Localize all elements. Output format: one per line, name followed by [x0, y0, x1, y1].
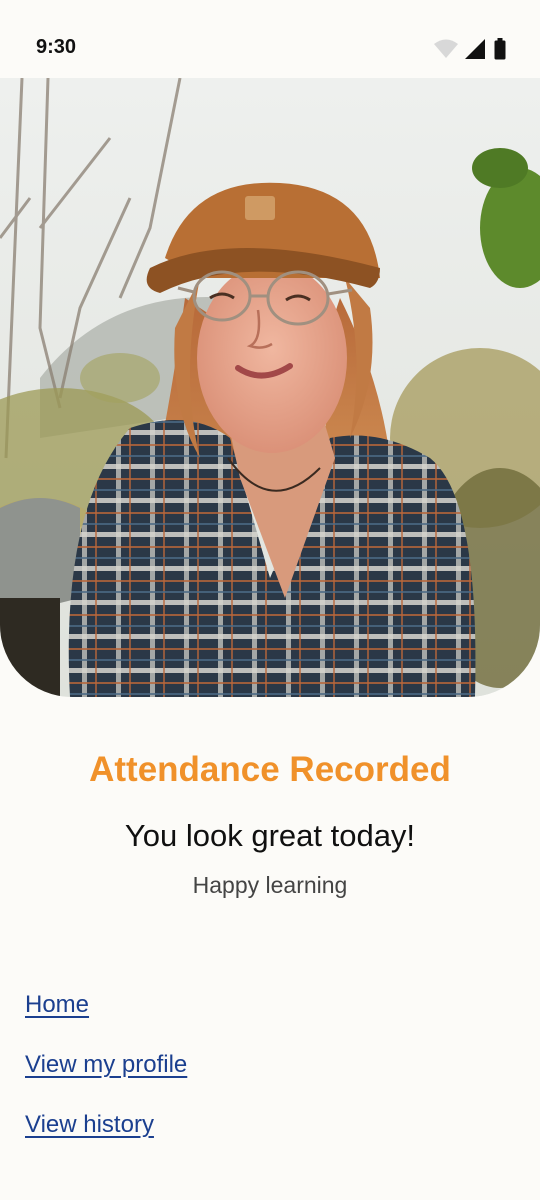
wifi-icon — [434, 39, 458, 58]
battery-icon — [494, 38, 506, 60]
attendance-title: Attendance Recorded — [89, 750, 451, 789]
cellular-signal-icon — [465, 39, 485, 59]
status-bar: 9:30 — [0, 0, 540, 78]
status-time: 9:30 — [36, 36, 77, 58]
home-link[interactable]: Home — [25, 991, 89, 1019]
greeting-text: You look great today! — [124, 818, 416, 853]
view-profile-link[interactable]: View my profile — [25, 1051, 187, 1079]
caption-text: Happy learning — [192, 872, 348, 898]
screen: 9:30 Attendance Recorded You look great … — [0, 0, 540, 1200]
view-history-link[interactable]: View history — [25, 1111, 154, 1139]
hero-photo — [0, 78, 540, 697]
